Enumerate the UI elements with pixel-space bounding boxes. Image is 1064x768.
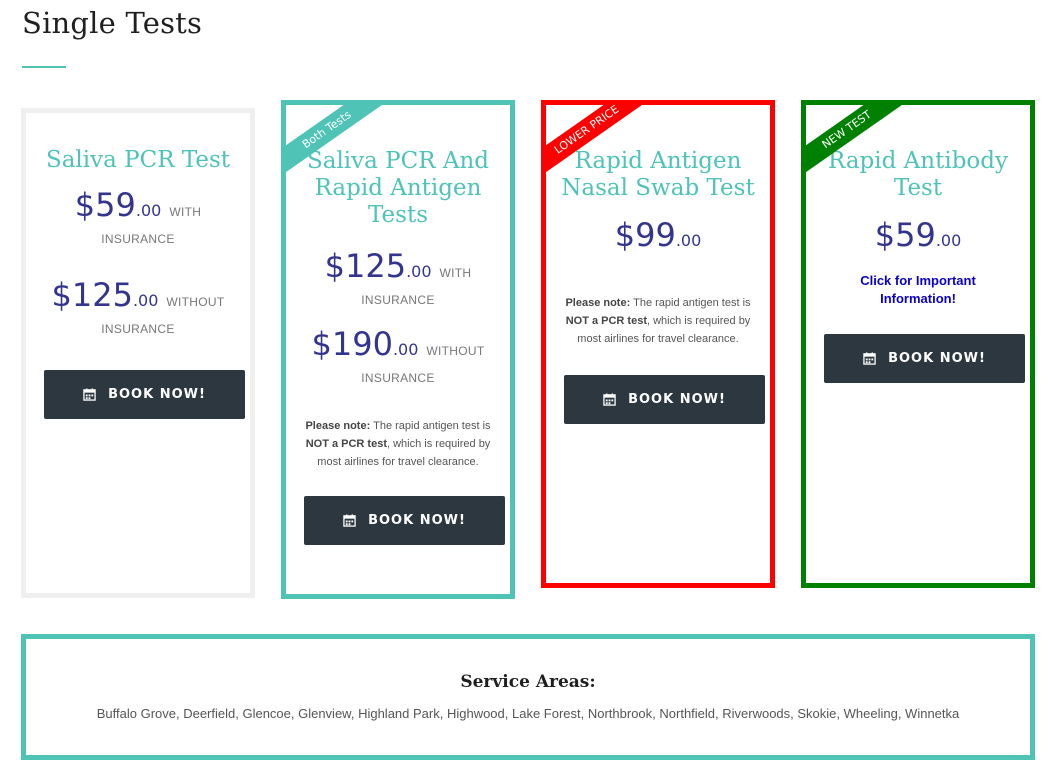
pcr-disclaimer-note: Please note: The rapid antigen test is N… bbox=[305, 420, 491, 468]
service-areas-title: Service Areas: bbox=[460, 672, 596, 692]
card-title: Rapid Antigen Nasal Swab Test bbox=[561, 148, 755, 201]
price-suffix: WITHOUT bbox=[426, 344, 485, 358]
book-now-button[interactable]: BOOK NOW! bbox=[304, 496, 505, 545]
book-now-button[interactable]: BOOK NOW! bbox=[564, 375, 765, 424]
title-underline bbox=[22, 66, 66, 68]
price-suffix: WITH bbox=[439, 266, 472, 280]
price-qualifier: INSURANCE bbox=[101, 232, 175, 246]
calendar-icon bbox=[863, 352, 876, 365]
calendar-icon bbox=[603, 393, 616, 406]
book-now-label: BOOK NOW! bbox=[888, 351, 986, 366]
pricing-card-rapid-antibody: NEW TEST Rapid Antibody Test $59.00 Clic… bbox=[801, 100, 1035, 588]
price-amount: $59.00 bbox=[74, 186, 162, 224]
book-now-button[interactable]: BOOK NOW! bbox=[44, 370, 245, 419]
calendar-icon bbox=[83, 388, 96, 401]
price-without-insurance: $125.00 WITHOUT INSURANCE bbox=[26, 276, 250, 336]
book-now-label: BOOK NOW! bbox=[628, 392, 726, 407]
price-qualifier: INSURANCE bbox=[101, 322, 175, 336]
page: Single Tests Saliva PCR Test $59.00 WITH … bbox=[0, 0, 1064, 768]
card-title: Saliva PCR And Rapid Antigen Tests bbox=[306, 148, 490, 228]
pricing-card-saliva-pcr: Saliva PCR Test $59.00 WITH INSURANCE $12… bbox=[21, 108, 255, 598]
book-now-label: BOOK NOW! bbox=[368, 513, 466, 528]
price-amount: $99.00 bbox=[614, 216, 702, 254]
calendar-icon bbox=[343, 514, 356, 527]
price: $99.00 bbox=[546, 216, 770, 254]
price-suffix: WITHOUT bbox=[166, 295, 225, 309]
price-suffix: WITH bbox=[169, 205, 202, 219]
card-title: Rapid Antibody Test bbox=[828, 148, 1008, 201]
price-amount: $125.00 bbox=[51, 276, 159, 314]
price-qualifier: INSURANCE bbox=[361, 371, 435, 385]
pricing-card-rapid-antigen: LOWER PRICE Rapid Antigen Nasal Swab Tes… bbox=[541, 100, 775, 588]
price-with-insurance: $125.00 WITH INSURANCE bbox=[286, 247, 510, 307]
price-with-insurance: $59.00 WITH INSURANCE bbox=[26, 186, 250, 246]
section-title: Single Tests bbox=[22, 6, 203, 40]
service-areas-list: Buffalo Grove, Deerfield, Glencoe, Glenv… bbox=[96, 706, 960, 721]
price-amount: $190.00 bbox=[311, 325, 419, 363]
card-title: Saliva PCR Test bbox=[45, 147, 231, 173]
book-now-label: BOOK NOW! bbox=[108, 387, 206, 402]
book-now-button[interactable]: BOOK NOW! bbox=[824, 334, 1025, 383]
important-info-link[interactable]: Click for Important Information! bbox=[806, 272, 1030, 308]
price-without-insurance: $190.00 WITHOUT INSURANCE bbox=[286, 325, 510, 385]
price-amount: $59.00 bbox=[874, 216, 962, 254]
pricing-card-both-tests: Both Tests Saliva PCR And Rapid Antigen … bbox=[281, 100, 515, 599]
price-amount: $125.00 bbox=[324, 247, 432, 285]
pcr-disclaimer-note: Please note: The rapid antigen test is N… bbox=[565, 297, 751, 345]
price: $59.00 bbox=[806, 216, 1030, 254]
price-qualifier: INSURANCE bbox=[361, 293, 435, 307]
service-areas-box: Service Areas: Buffalo Grove, Deerfield,… bbox=[21, 634, 1035, 760]
